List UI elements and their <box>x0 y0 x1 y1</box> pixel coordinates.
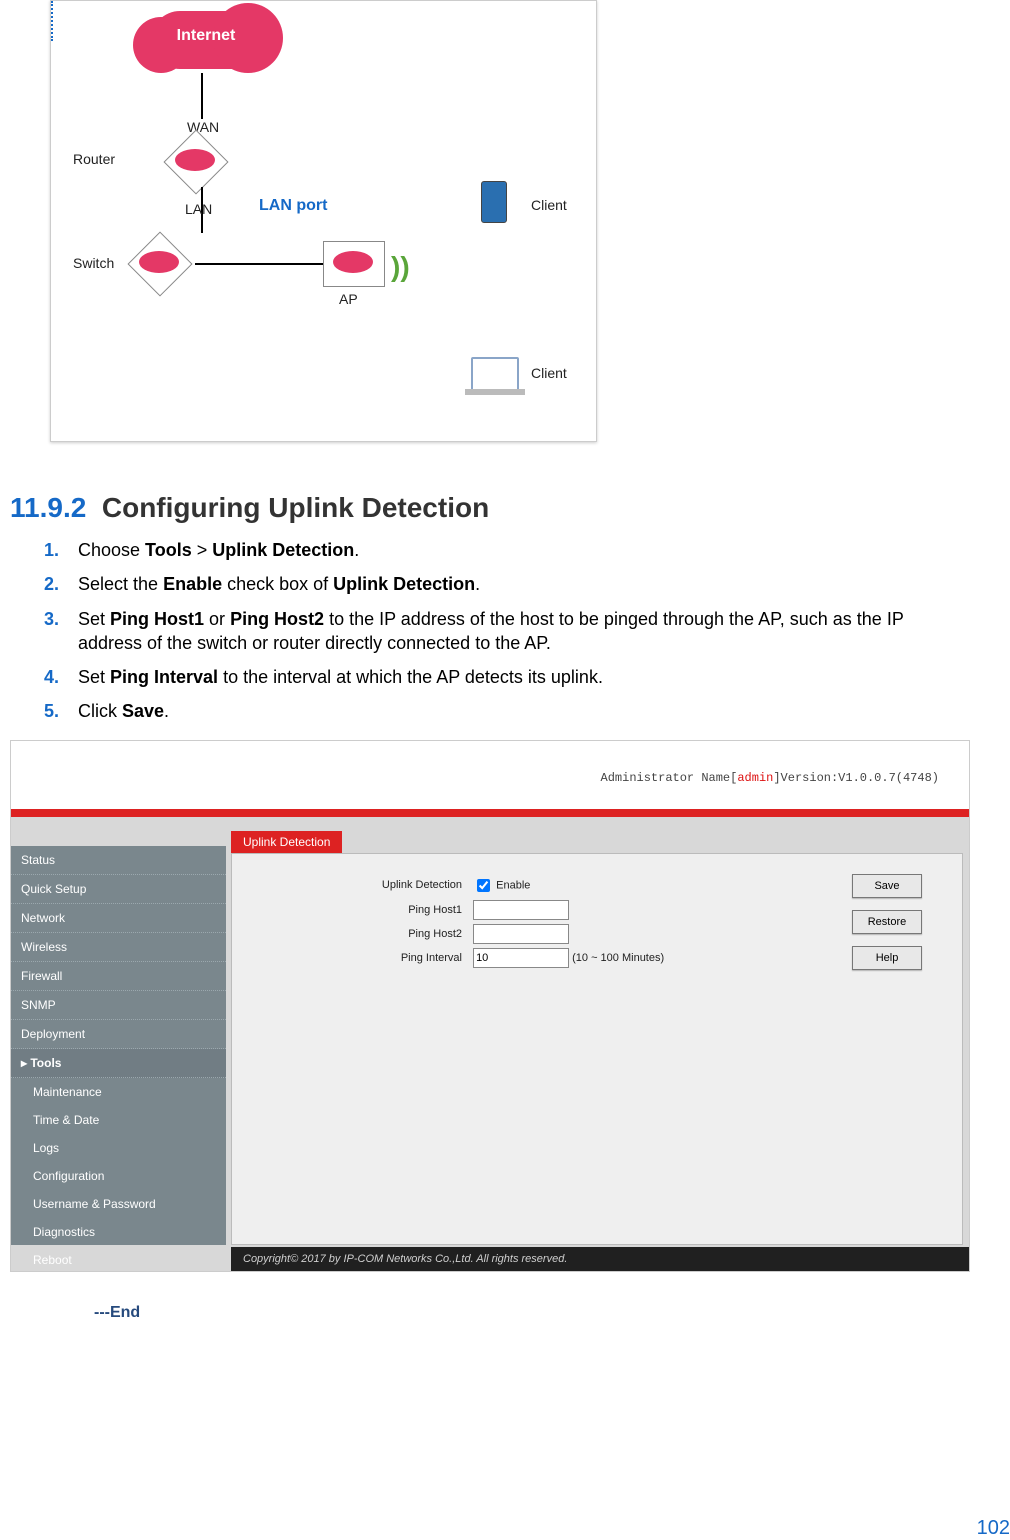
section-number: 11.9.2 <box>10 492 86 523</box>
admin-footer: Copyright© 2017 by IP-COM Networks Co.,L… <box>231 1247 969 1271</box>
sidebar-item-quick-setup[interactable]: Quick Setup <box>11 875 226 904</box>
admin-redbar <box>11 809 969 817</box>
step-text: Click Save. <box>78 701 169 721</box>
label-uplink-detection: Uplink Detection <box>352 879 462 891</box>
step-text: Choose Tools > Uplink Detection. <box>78 540 359 560</box>
admin-username: admin <box>737 771 773 785</box>
row-ping-host1: Ping Host1 <box>352 900 569 920</box>
sidebar-item-wireless[interactable]: Wireless <box>11 933 226 962</box>
network-diagram: Internet WAN Router LAN LAN port Switch … <box>50 0 597 442</box>
help-button[interactable]: Help <box>852 946 922 970</box>
restore-button[interactable]: Restore <box>852 910 922 934</box>
label-ping-host2: Ping Host2 <box>352 928 462 940</box>
sidebar-subitem-time-date[interactable]: Time & Date <box>11 1106 226 1134</box>
router-label: Router <box>73 151 115 167</box>
step-number: 5. <box>44 699 59 723</box>
step-item: 1. Choose Tools > Uplink Detection. <box>44 538 970 562</box>
admin-info-prefix: Administrator Name[ <box>601 771 738 785</box>
internet-cloud: Internet <box>151 11 261 69</box>
step-number: 1. <box>44 538 59 562</box>
step-number: 4. <box>44 665 59 689</box>
sidebar-item-network[interactable]: Network <box>11 904 226 933</box>
row-uplink-detection: Uplink Detection Enable <box>352 876 530 895</box>
steps-list: 1. Choose Tools > Uplink Detection. 2. Sele… <box>44 538 970 724</box>
switch-icon <box>137 241 193 285</box>
sidebar-item-tools[interactable]: ▸ Tools <box>11 1049 226 1078</box>
hint-ping-interval: (10 ~ 100 Minutes) <box>572 952 664 964</box>
step-text: Select the Enable check box of Uplink De… <box>78 574 480 594</box>
sidebar-subitem-logs[interactable]: Logs <box>11 1134 226 1162</box>
step-item: 5. Click Save. <box>44 699 970 723</box>
sidebar-item-firewall[interactable]: Firewall <box>11 962 226 991</box>
sidebar-subitem-username-password[interactable]: Username & Password <box>11 1190 226 1218</box>
router-icon <box>173 139 229 183</box>
tab-uplink-detection[interactable]: Uplink Detection <box>231 831 342 853</box>
input-ping-interval[interactable] <box>473 948 569 968</box>
internet-label: Internet <box>151 27 261 45</box>
ap-label: AP <box>339 291 358 307</box>
client1-label: Client <box>531 197 567 213</box>
step-item: 4. Set Ping Interval to the interval at w… <box>44 665 970 689</box>
step-item: 3. Set Ping Host1 or Ping Host2 to the IP… <box>44 607 970 656</box>
section-heading: 11.9.2 Configuring Uplink Detection <box>10 492 970 524</box>
sidebar-item-status[interactable]: Status <box>11 846 226 875</box>
client2-label: Client <box>531 365 567 381</box>
label-enable: Enable <box>496 879 530 891</box>
admin-info-suffix: ]Version:V1.0.0.7(4748) <box>773 771 939 785</box>
sidebar-item-snmp[interactable]: SNMP <box>11 991 226 1020</box>
input-ping-host2[interactable] <box>473 924 569 944</box>
end-marker: ---End <box>94 1304 970 1322</box>
checkbox-enable[interactable] <box>477 879 490 892</box>
section-title: Configuring Uplink Detection <box>102 492 489 523</box>
page-number: 102 <box>977 1517 1010 1540</box>
input-ping-host1[interactable] <box>473 900 569 920</box>
label-ping-host1: Ping Host1 <box>352 904 462 916</box>
lan-label: LAN <box>185 201 212 217</box>
step-text: Set Ping Host1 or Ping Host2 to the IP a… <box>78 609 904 653</box>
wifi-icon: )) <box>391 251 410 283</box>
admin-panel: Uplink Detection Enable Ping Host1 Ping … <box>231 853 963 1245</box>
step-number: 2. <box>44 572 59 596</box>
sidebar-subitem-reboot[interactable]: Reboot <box>11 1246 226 1272</box>
admin-screenshot: Administrator Name[admin]Version:V1.0.0.… <box>10 740 970 1272</box>
switch-label: Switch <box>73 255 114 271</box>
admin-sidebar: StatusQuick SetupNetworkWirelessFirewall… <box>11 846 226 1245</box>
sidebar-subitem-configuration[interactable]: Configuration <box>11 1162 226 1190</box>
conn-switch-ap <box>195 263 325 265</box>
sidebar-subitem-diagnostics[interactable]: Diagnostics <box>11 1218 226 1246</box>
step-item: 2. Select the Enable check box of Uplink … <box>44 572 970 596</box>
client-laptop-icon <box>471 357 519 391</box>
admin-info: Administrator Name[admin]Version:V1.0.0.… <box>601 771 939 785</box>
client-phone-icon <box>481 181 507 223</box>
save-button[interactable]: Save <box>852 874 922 898</box>
conn-internet-router <box>201 73 203 119</box>
step-number: 3. <box>44 607 59 631</box>
lan-port-label: LAN port <box>259 197 327 215</box>
row-ping-host2: Ping Host2 <box>352 924 569 944</box>
lan-port-pointer <box>51 1 596 41</box>
sidebar-item-deployment[interactable]: Deployment <box>11 1020 226 1049</box>
sidebar-subitem-maintenance[interactable]: Maintenance <box>11 1078 226 1106</box>
step-text: Set Ping Interval to the interval at whi… <box>78 667 603 687</box>
ap-icon <box>323 241 379 285</box>
row-ping-interval: Ping Interval (10 ~ 100 Minutes) <box>352 948 664 968</box>
label-ping-interval: Ping Interval <box>352 952 462 964</box>
